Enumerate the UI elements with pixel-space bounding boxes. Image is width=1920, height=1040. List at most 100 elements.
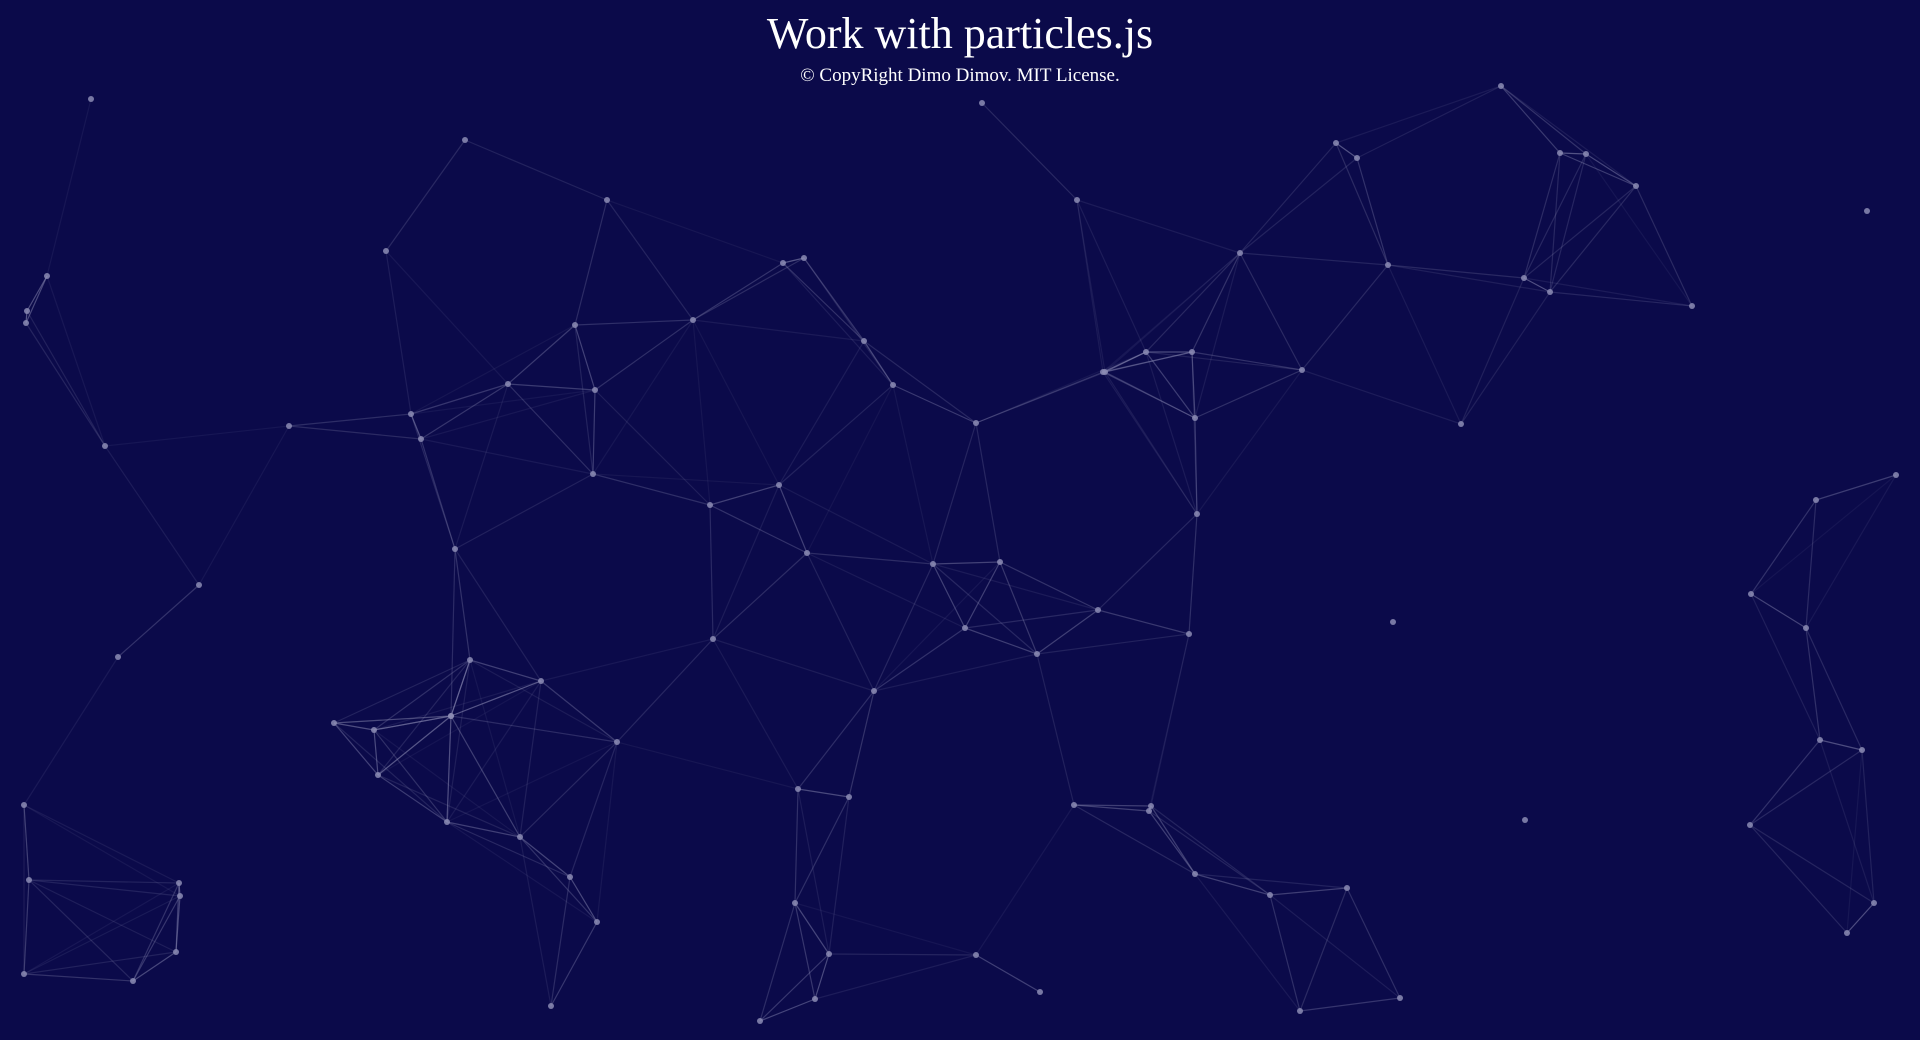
particles-canvas[interactable] [0,0,1920,1040]
particle-link [373,729,379,776]
particle-link [803,257,894,386]
particle-dot [1813,497,1819,503]
particle-link [1335,142,1389,266]
particle-link [507,383,594,475]
particle-link [385,250,412,415]
particle-link [594,389,711,506]
particle-link [1188,513,1198,635]
particle-link [1805,474,1897,629]
particle-dot [973,420,979,426]
particle-link [104,425,290,447]
particle-dot [517,834,523,840]
particle-dot [846,794,852,800]
particle-link [1191,252,1241,353]
particle-dot [890,382,896,388]
particle-dot [1194,511,1200,517]
particle-link [1846,902,1875,934]
particle-link [592,319,694,475]
particle-link [932,563,966,629]
particle-link [1846,749,1863,934]
particle-dot [614,739,620,745]
particle-link [964,627,1038,655]
particle-dot [102,443,108,449]
particle-link [592,389,596,475]
particle-dot [1333,140,1339,146]
particle-link [288,413,412,427]
particle-link [975,422,1001,563]
particle-dot [604,197,610,203]
particle-dot [1074,197,1080,203]
particle-link [782,262,894,386]
particle-link [759,998,816,1022]
particle-dot [1522,817,1528,823]
particle-link [999,561,1038,655]
particle-link [892,384,977,424]
particle-link [797,788,830,955]
particle-dot [1189,349,1195,355]
particle-dots [21,83,1899,1024]
particle-link [964,609,1099,629]
particle-dot [176,880,182,886]
particle-link [1076,199,1147,353]
particle-dot [408,411,414,417]
particle-dot [792,900,798,906]
particle-dot [371,727,377,733]
particle-dot [572,322,578,328]
particle-link [1269,894,1301,1012]
particle-link [999,561,1099,611]
particle-link [1356,157,1389,266]
particle-link [616,638,714,743]
particle-dot [383,248,389,254]
particle-link [1750,474,1897,595]
particle-link [778,384,894,486]
particle-dot [375,772,381,778]
particle-link [794,788,799,904]
particle-dot [286,423,292,429]
particle-link [778,484,934,565]
particle-link [1301,264,1389,371]
particle-dot [1844,930,1850,936]
particle-dot [505,381,511,387]
particle-link [1750,499,1817,595]
particle-dot [861,338,867,344]
particle-link [873,563,934,692]
particle-link [1559,152,1587,155]
particle-link [446,821,571,878]
particle-link [1549,185,1637,293]
particle-dot [826,951,832,957]
particle-link [410,383,509,415]
particle-link [873,653,1038,692]
particle-dot [1583,151,1589,157]
particle-dot [115,654,121,660]
particle-link [828,796,850,955]
particle-link [132,882,180,982]
particle-link [863,340,977,424]
particle-link [1500,85,1561,154]
particle-dot [1034,651,1040,657]
particle-link [104,445,200,586]
particle-link [454,548,471,661]
particle-link [469,659,542,682]
particle-link [592,473,780,486]
particle-link [806,552,875,692]
particle-dot [44,273,50,279]
particle-link [420,389,596,440]
particle-dot [979,100,985,106]
particle-link [117,584,200,658]
particle-link [28,879,177,953]
particle-link [540,638,714,682]
particle-link [1194,252,1241,419]
particle-link [1749,749,1863,826]
particle-link [519,836,598,923]
particle-dot [331,720,337,726]
particle-link [1196,369,1303,515]
particle-dot [690,317,696,323]
particle-link [385,139,466,252]
particle-link [1299,887,1348,1012]
particle-link [1097,513,1198,611]
particle-link [25,322,106,447]
particle-link [1036,653,1075,806]
particle-link [450,659,471,717]
particle-link [1387,264,1462,425]
particle-dot [418,436,424,442]
